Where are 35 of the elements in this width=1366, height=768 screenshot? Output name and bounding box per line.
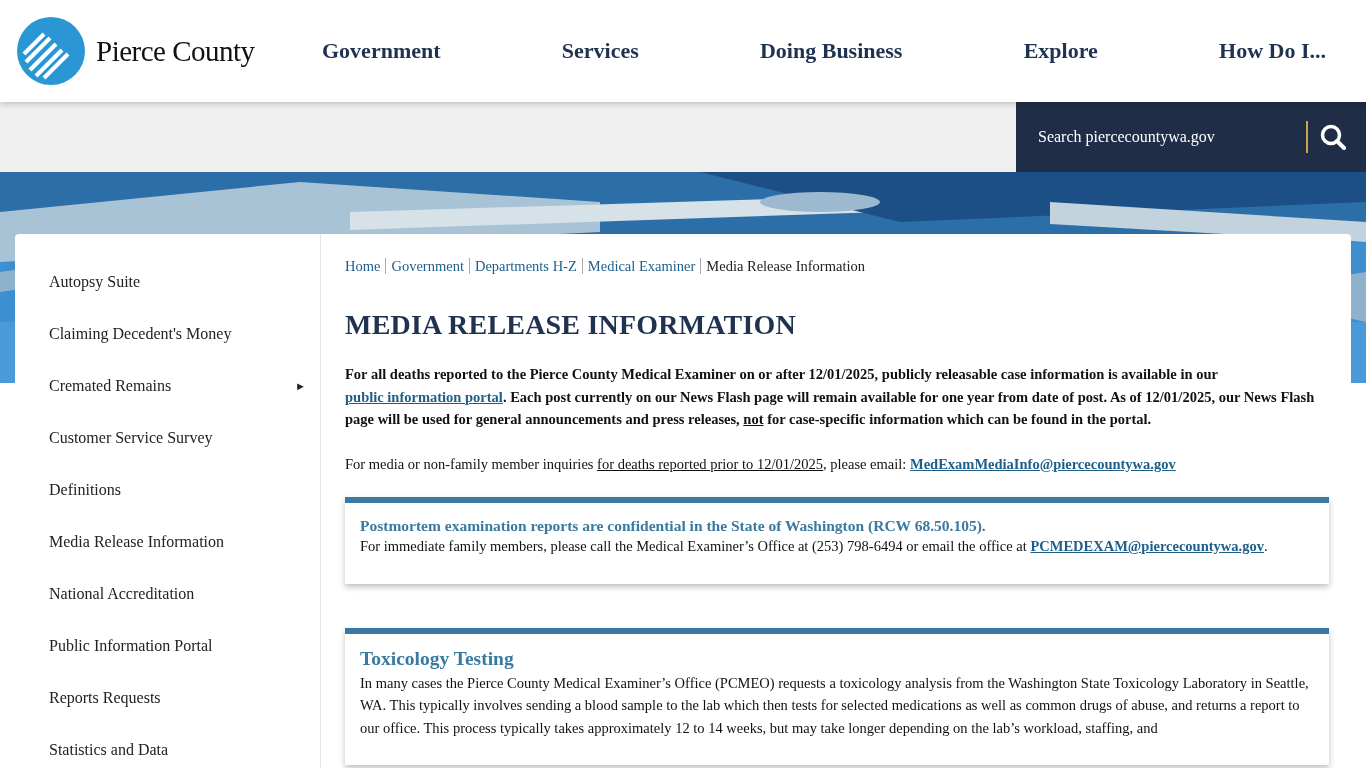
nav-link[interactable]: Explore — [1023, 38, 1098, 64]
search-bar[interactable]: Search piercecountywa.gov — [1016, 102, 1366, 172]
sidebar-item[interactable]: Cremated Remains ► — [15, 360, 320, 412]
sidebar-item[interactable]: Reports Requests — [15, 672, 320, 724]
search-icon[interactable] — [1320, 124, 1346, 150]
nav-link[interactable]: How Do I... — [1219, 38, 1326, 64]
text-link[interactable]: public information portal — [345, 388, 503, 405]
paragraph: For media or non-family member inquiries for deaths reported prior to 12/01/2025, please email: MedExamMediaInfo@piercecountywa.gov — [345, 454, 1177, 474]
text-link[interactable]: PCMEDEXAM@piercecountywa.gov — [1030, 538, 1264, 554]
sidebar-item[interactable]: Autopsy Suite — [15, 256, 320, 308]
breadcrumb-link[interactable]: Home — [345, 258, 381, 274]
breadcrumb-link[interactable]: Departments H-Z — [468, 258, 577, 274]
sidebar-item[interactable]: Definitions — [15, 464, 320, 516]
callout-heading: Postmortem examination reports are confidential in the State of Washington (RCW 68.50.105). — [360, 517, 987, 535]
submenu-arrow[interactable]: ► — [295, 380, 306, 392]
sidebar-item[interactable]: National Accreditation — [15, 568, 320, 620]
logo-text: Pierce County — [96, 34, 255, 68]
paragraph: For all deaths reported to the Pierce County Medical Examiner on or after 12/01/2025, publicly releasable case information is available in our public information portal. Each post currently on our News Flash page will remain available for one year from date of post. As of 12/01/2025, our News Flash page will be used for general announcements and press releases, not for case-specific information which can be found in the portal. — [345, 365, 1316, 429]
breadcrumb-link[interactable]: Government — [385, 258, 464, 274]
page-title: MEDIA RELEASE INFORMATION — [345, 309, 797, 341]
paragraph: For immediate family members, please call the Medical Examiner’s Office at (253) 798-6494 or email the office at PCMEDEXAM@piercecountywa.gov. — [360, 537, 1269, 556]
breadcrumb-current: Media Release Information — [700, 258, 865, 274]
sidebar-item[interactable]: Claiming Decedent's Money — [15, 308, 320, 360]
logo-icon[interactable] — [16, 16, 86, 86]
sidebar-item[interactable]: Statistics and Data — [15, 724, 320, 768]
paragraph: In many cases the Pierce County Medical Examiner’s Office (PCMEO) requests a toxicology analysis from the Washington State Toxicology Laboratory in Seattle, WA. This typically involves sending a blood sample to the lab which then tests for selected medications as well as common drugs of abuse, and returns a report to our office. This process typically takes approximately 12 to 14 weeks, but may take longer depending on the lab’s workload, staffing, and — [360, 673, 1310, 738]
sidebar-item[interactable]: Media Release Information — [15, 516, 320, 568]
nav-link[interactable]: Government — [322, 38, 441, 64]
breadcrumb-link[interactable]: Medical Examiner — [581, 258, 696, 274]
text-link[interactable]: MedExamMediaInfo@piercecountywa.gov — [909, 455, 1176, 472]
sidebar-item[interactable]: Public Information Portal — [15, 620, 320, 672]
nav-link[interactable]: Services — [561, 38, 639, 64]
callout-heading: Toxicology Testing — [360, 647, 515, 670]
sidebar-item[interactable]: Customer Service Survey — [15, 412, 320, 464]
nav-link[interactable]: Doing Business — [759, 38, 903, 64]
